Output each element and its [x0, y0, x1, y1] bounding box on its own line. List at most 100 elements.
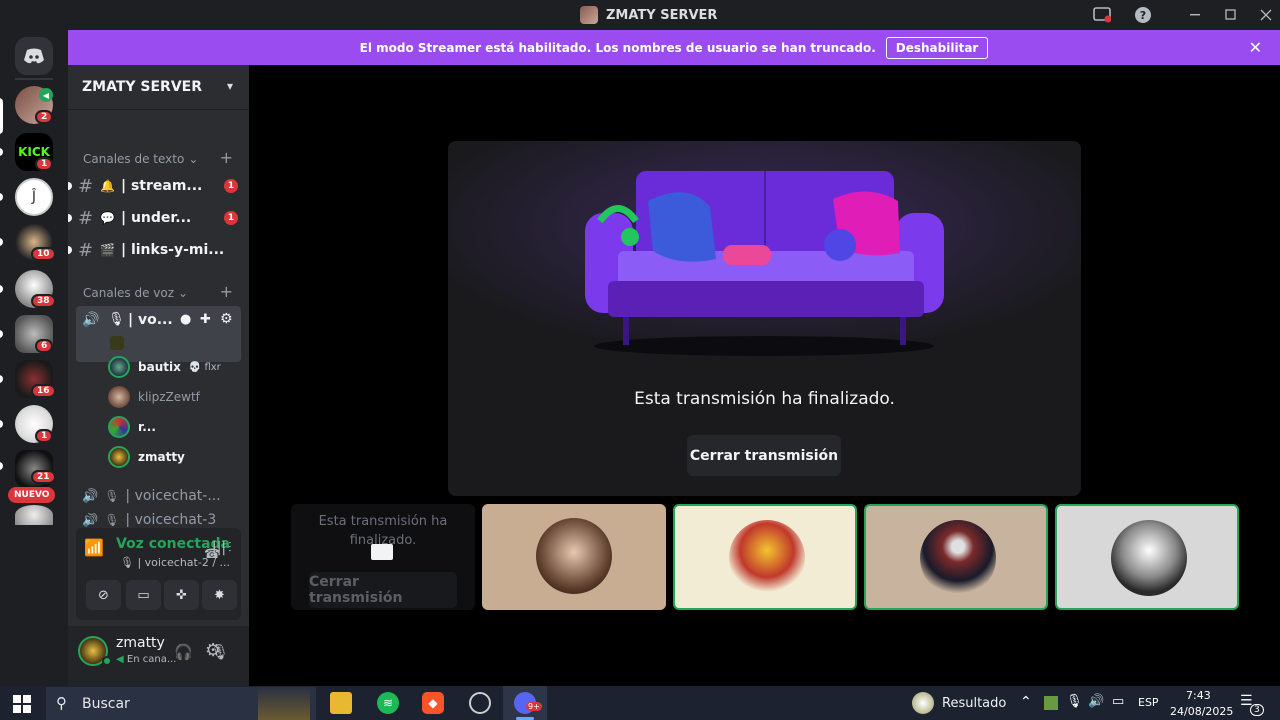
unread-pip	[0, 462, 3, 470]
inbox-icon[interactable]	[1092, 5, 1112, 25]
mini-stream-tile[interactable]: Esta transmisión ha finalizado. Cerrar t…	[291, 504, 475, 610]
voice-user-r[interactable]: r...	[108, 415, 156, 439]
file-explorer-icon[interactable]	[330, 692, 352, 714]
headphones-icon[interactable]: 🎧	[174, 643, 193, 661]
voice-user-klipz[interactable]: klipzZewtf	[108, 385, 200, 409]
online-status-icon	[102, 656, 112, 666]
screenshare-button[interactable]: ▭	[126, 580, 161, 610]
server-bw[interactable]: 21	[15, 450, 56, 488]
mic-icon: 🎙	[104, 513, 120, 527]
unread-pip	[0, 375, 3, 383]
tag-text: flxr	[204, 361, 221, 373]
channel-under[interactable]: # 💬 | under... 1	[78, 204, 238, 232]
server-kick[interactable]: KICK 1	[15, 133, 54, 171]
camera-off-button[interactable]: ⊘	[86, 580, 121, 610]
chat-bubble-icon[interactable]: ●	[180, 312, 191, 327]
mic-icon[interactable]: 🎙	[1066, 694, 1083, 709]
minimize-icon[interactable]	[1186, 5, 1206, 25]
spotify-icon[interactable]: ≋	[377, 692, 399, 714]
close-window-icon[interactable]	[1256, 5, 1276, 25]
server-gray[interactable]: 6	[15, 315, 54, 353]
activity-icon	[110, 336, 124, 350]
server-zmaty[interactable]: ◀ 2	[15, 86, 54, 124]
channel-stream[interactable]: # 🔔 | stream... 1	[78, 172, 238, 200]
participant-tile-2[interactable]	[673, 504, 857, 610]
active-voice-channel[interactable]: 🔊 🎙 | vo... ● ✚ ⚙	[76, 306, 241, 362]
maximize-icon[interactable]	[1221, 5, 1241, 25]
participant-tile-3[interactable]	[864, 504, 1048, 610]
weather-icon[interactable]	[912, 692, 934, 714]
unread-count-badge: 1	[224, 211, 238, 225]
discord-home-icon[interactable]	[15, 37, 53, 75]
mini-close-stream-button[interactable]: Cerrar transmisión	[309, 572, 457, 608]
participant-tile-1[interactable]	[482, 504, 666, 610]
speedometer-icon[interactable]	[469, 692, 491, 714]
unread-pip	[0, 148, 3, 156]
server-sketch[interactable]: 1	[15, 405, 54, 443]
language-indicator[interactable]: ESP	[1138, 696, 1159, 709]
speaker-icon: 🔊	[82, 513, 99, 527]
add-voice-channel-icon[interactable]: +	[220, 282, 233, 301]
voice-user-bautix[interactable]: bautix 💀 flxr	[108, 355, 221, 379]
soundboard-button[interactable]: ✸	[202, 580, 237, 610]
help-icon[interactable]: ?	[1133, 5, 1153, 25]
voice-channel-2[interactable]: 🔊 🎙 | voicechat-...	[82, 482, 242, 510]
participant-tile-4[interactable]	[1055, 504, 1239, 610]
voice-connected-panel: 📶 Voz conectada 🎙 | voicechat-2 / ... ⫶ …	[76, 528, 241, 620]
voice-category-label: Canales de voz	[83, 286, 175, 300]
server-meme[interactable]: 38	[15, 270, 56, 308]
windows-start-icon[interactable]	[13, 695, 31, 717]
tray-app-icon[interactable]	[1044, 696, 1058, 710]
windows-taskbar: ⚲ Buscar ≋ ◆ 9+ Resultado ⌃ 🎙 🔊 ▭ ESP 7:…	[0, 686, 1280, 720]
text-category-label: Canales de texto	[83, 152, 185, 166]
weather-label[interactable]: Resultado	[942, 696, 1006, 711]
server-dog[interactable]: 10	[15, 223, 56, 261]
voice-category[interactable]: Canales de voz ⌄	[83, 286, 188, 300]
clock-time[interactable]: 7:43	[1186, 689, 1211, 702]
new-badge[interactable]: NUEVO	[8, 487, 56, 503]
discord-task-icon[interactable]: 9+	[514, 692, 542, 714]
server-header[interactable]: ZMATY SERVER ▾	[68, 65, 249, 110]
disable-streamer-button[interactable]: Deshabilitar	[885, 36, 989, 59]
text-category[interactable]: Canales de texto ⌄	[83, 152, 198, 166]
server-partial[interactable]	[15, 505, 53, 525]
close-banner-icon[interactable]: ✕	[1249, 38, 1262, 57]
taskbar-search[interactable]: ⚲ Buscar	[46, 687, 316, 720]
brave-icon[interactable]: ◆	[422, 692, 444, 714]
title-bar: ZMATY SERVER ?	[0, 0, 1280, 30]
camera-off-icon: ⊘	[98, 587, 109, 603]
clock-date[interactable]: 24/08/2025	[1170, 705, 1233, 718]
close-stream-button[interactable]: Cerrar transmisión	[687, 435, 841, 476]
svg-text:?: ?	[1140, 9, 1146, 22]
add-member-icon[interactable]: ✚	[200, 312, 211, 327]
mention-badge: 38	[31, 294, 56, 308]
network-icon[interactable]: ▭	[1112, 694, 1124, 709]
avatar	[108, 386, 130, 408]
activities-button[interactable]: ✜	[164, 580, 199, 610]
gear-icon[interactable]: ⚙	[205, 640, 221, 661]
disconnect-icon[interactable]: ☎	[204, 547, 220, 562]
window-title-text: ZMATY SERVER	[606, 7, 718, 23]
user-name[interactable]: zmatty	[116, 635, 165, 651]
server-dark[interactable]: 16	[15, 360, 56, 398]
chevron-down-icon: ⌄	[188, 152, 199, 166]
user-status-text: En cana...	[126, 654, 177, 665]
server-logo-j[interactable]: Ĵ	[15, 178, 53, 216]
active-server-pip	[0, 98, 3, 134]
gear-icon[interactable]: ⚙	[220, 311, 233, 327]
speaker-icon: ◀	[39, 88, 53, 102]
volume-icon[interactable]: 🔊	[1088, 694, 1104, 709]
speaker-icon: 🔊	[82, 488, 99, 504]
chevron-down-icon: ▾	[226, 79, 233, 93]
channel-links[interactable]: # 🎬 | links-y-mi...	[78, 236, 238, 264]
voice-channel-3[interactable]: 🔊 🎙 | voicechat-3	[82, 513, 242, 527]
avatar	[1111, 520, 1187, 596]
signal-icon[interactable]: 📶	[84, 538, 104, 557]
voice-user-zmatty[interactable]: zmatty	[108, 445, 185, 469]
mention-badge: 1	[35, 157, 54, 171]
chevron-up-icon[interactable]: ⌃	[1020, 694, 1032, 710]
add-text-channel-icon[interactable]: +	[220, 148, 233, 167]
sound-wave-icon[interactable]: ⫶	[228, 540, 232, 556]
channel-name: | links-y-mi...	[120, 242, 225, 258]
chevron-down-icon: ⌄	[178, 286, 189, 300]
